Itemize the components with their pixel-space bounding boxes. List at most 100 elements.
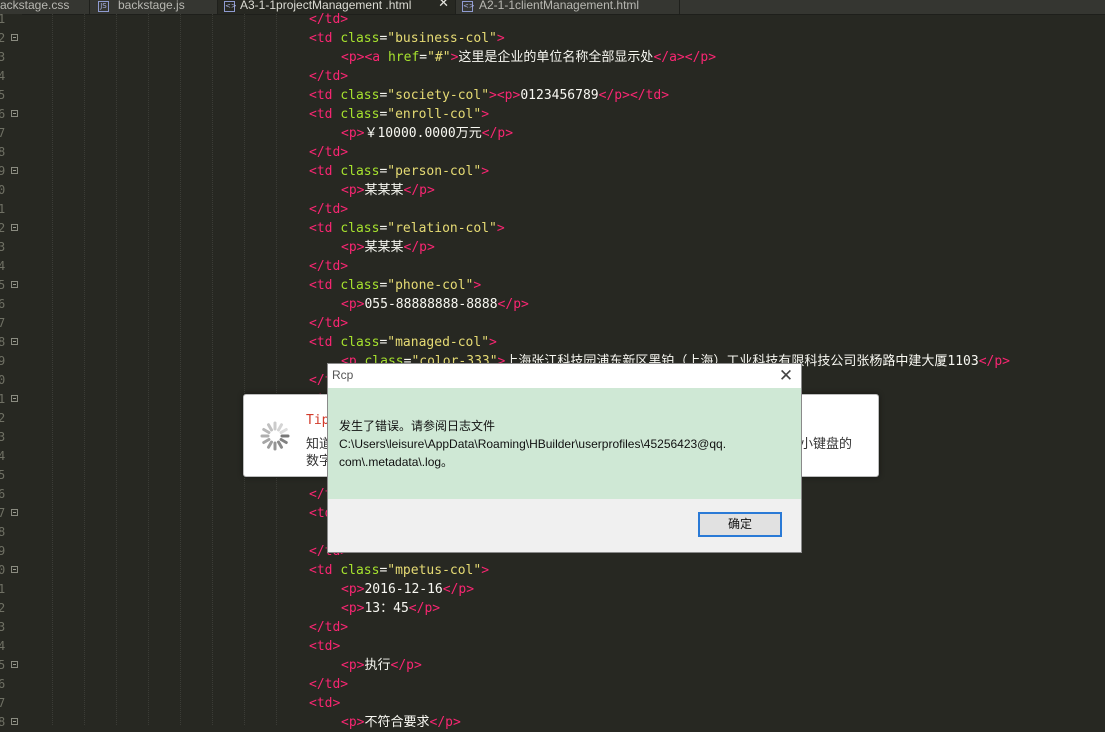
line-number: 4: [0, 447, 22, 466]
spinner-spoke: [267, 423, 273, 432]
tip-title: Tip: [306, 413, 330, 428]
line-number-text: 4: [0, 449, 6, 463]
ok-button[interactable]: 确定: [698, 512, 782, 537]
code-token: <a: [364, 50, 388, 65]
line-number: 1: [0, 580, 22, 599]
code-token: "mpetus-col": [387, 563, 482, 578]
line-number: 0: [0, 371, 22, 390]
fold-toggle-icon[interactable]: [11, 661, 18, 668]
code-token: <td: [309, 563, 341, 578]
tab-clientmanagement-html[interactable]: <> A2-1-1clientManagement.html: [456, 0, 680, 14]
editor-tab-bar: ackstage.css JS backstage.js <> A3-1-1pr…: [0, 0, 1105, 15]
line-number: 8: [0, 333, 22, 352]
line-number-text: 5: [0, 658, 6, 672]
code-token: "phone-col": [387, 278, 474, 293]
fold-toggle-icon[interactable]: [11, 718, 18, 725]
line-number-text: 7: [0, 316, 6, 330]
code-token: >: [481, 563, 490, 578]
fold-toggle-icon[interactable]: [11, 34, 18, 41]
line-number-text: 5: [0, 468, 6, 482]
line-number: 6: [0, 675, 22, 694]
code-line: <p>某某某</p>: [341, 181, 435, 200]
line-number: 5: [0, 86, 22, 105]
line-number-text: 4: [0, 69, 6, 83]
line-number-text: 2: [0, 31, 6, 45]
code-token: 055-88888888-8888: [364, 297, 498, 312]
tab-backstage-js[interactable]: JS backstage.js: [90, 0, 218, 14]
code-line: <td class="business-col">: [309, 29, 505, 48]
code-token: <td: [309, 335, 341, 350]
code-line: </td>: [309, 10, 348, 29]
fold-toggle-icon[interactable]: [11, 110, 18, 117]
code-token: </p>: [390, 658, 422, 673]
line-number-text: 2: [0, 601, 6, 615]
fold-toggle-icon[interactable]: [11, 281, 18, 288]
fold-toggle-icon[interactable]: [11, 167, 18, 174]
code-token: </td>: [309, 620, 349, 635]
dialog-body: 发生了错误。请参阅日志文件 C:\Users\leisure\AppData\R…: [328, 388, 801, 499]
code-token: class: [340, 88, 380, 103]
code-token: 不符合要求: [364, 715, 430, 730]
line-number: 3: [0, 48, 22, 67]
code-token: </td>: [309, 145, 349, 160]
line-number-text: 1: [0, 392, 6, 406]
line-number-gutter: 1 2 3 4 5 6 7 8 9 0 1 2 3 4 5 6 7 8 9 0 1 2 3 4 5 6 7 8 9 0 1 2 3 4 5 6 7 8: [0, 12, 22, 729]
line-number-text: 3: [0, 620, 6, 634]
line-number-text: 1: [0, 202, 6, 216]
close-icon[interactable]: ✕: [438, 0, 449, 10]
line-number: 9: [0, 162, 22, 181]
spinner-spoke: [279, 438, 288, 444]
code-token: "managed-col": [387, 335, 490, 350]
indent-guide: [244, 14, 245, 725]
code-token: </p>: [442, 582, 475, 597]
code-token: "society-col": [387, 88, 490, 103]
code-token: >: [473, 278, 482, 293]
fold-toggle-icon[interactable]: [11, 566, 18, 573]
close-icon[interactable]: ✕: [775, 365, 797, 387]
spinner-spoke: [262, 428, 271, 434]
code-token: 某某某: [364, 183, 404, 198]
code-token: class: [340, 107, 380, 122]
code-token: >: [489, 88, 497, 103]
code-token: class: [340, 278, 380, 293]
indent-guide: [52, 14, 53, 725]
indent-guide: [276, 14, 277, 725]
error-message: 发生了错误。请参阅日志文件 C:\Users\leisure\AppData\R…: [339, 417, 789, 471]
code-line: <td>: [309, 694, 340, 713]
dialog-titlebar[interactable]: Rcp ✕: [328, 364, 801, 388]
line-number: 8: [0, 143, 22, 162]
fold-toggle-icon[interactable]: [11, 395, 18, 402]
error-message-line: C:\Users\leisure\AppData\Roaming\HBuilde…: [339, 437, 727, 451]
dialog-footer: 确定: [328, 499, 801, 552]
code-token: </td>: [629, 88, 670, 103]
fold-toggle-icon[interactable]: [11, 509, 18, 516]
code-token: >: [481, 107, 490, 122]
code-line: <p>￥10000.0000万元</p>: [341, 124, 513, 143]
line-number-text: 7: [0, 506, 6, 520]
code-line: </td>: [309, 200, 348, 219]
line-number-text: 3: [0, 240, 6, 254]
line-number: 6: [0, 485, 22, 504]
code-token: class: [340, 164, 380, 179]
code-token: </a>: [653, 50, 685, 65]
code-line: </td>: [309, 314, 348, 333]
code-token: </td>: [309, 677, 349, 692]
code-line: <p>执行</p>: [341, 656, 422, 675]
fold-toggle-icon[interactable]: [11, 224, 18, 231]
code-line: </td>: [309, 257, 348, 276]
line-number-text: 4: [0, 259, 6, 273]
code-token: "person-col": [387, 164, 482, 179]
fold-toggle-icon[interactable]: [11, 338, 18, 345]
code-token: <p>: [341, 297, 365, 312]
code-line: <td class="enroll-col">: [309, 105, 489, 124]
code-token: "relation-col": [387, 221, 497, 236]
tip-text-right: 小键盘的: [800, 436, 853, 451]
code-line: <p><a href="#">这里是企业的单位名称全部显示处</a></p>: [341, 48, 716, 67]
line-number: 2: [0, 409, 22, 428]
spinner-spoke: [277, 423, 283, 432]
code-token: <td: [309, 107, 341, 122]
code-token: <p>: [341, 126, 365, 141]
line-number-text: 8: [0, 335, 6, 349]
line-number: 9: [0, 352, 22, 371]
line-number-text: 5: [0, 88, 6, 102]
